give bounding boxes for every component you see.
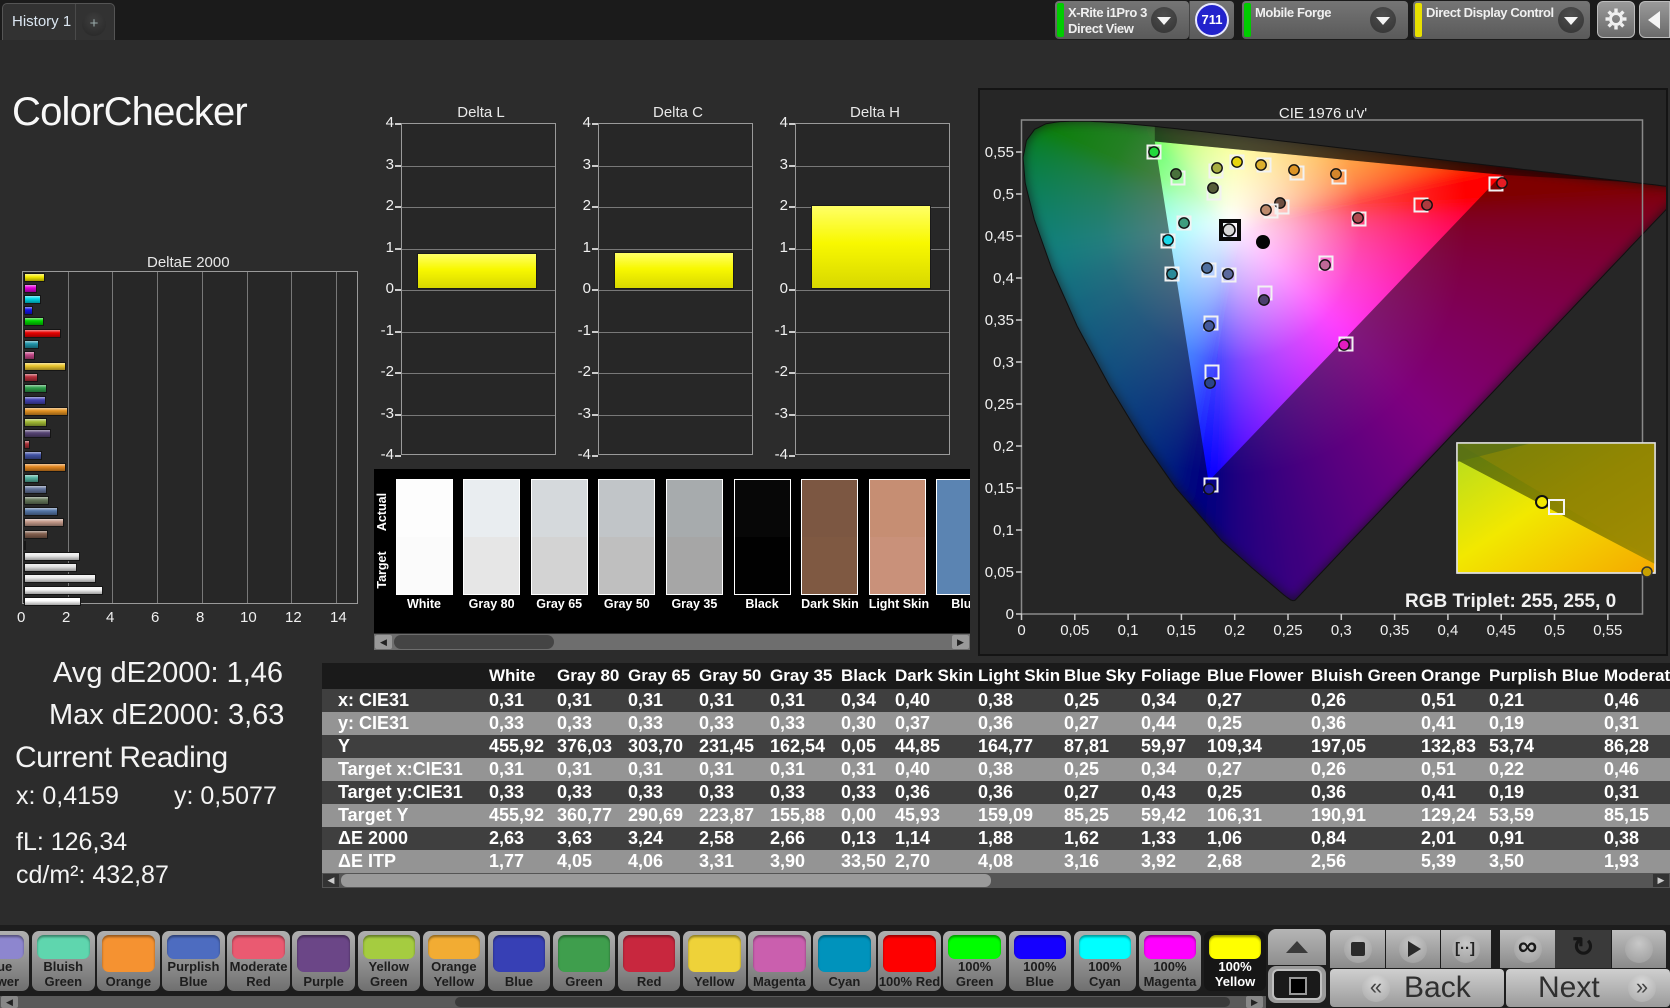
svg-text:RGB Triplet: 255, 255, 0: RGB Triplet: 255, 255, 0 [1405,591,1616,612]
svg-text:0,15: 0,15 [1167,622,1196,639]
svg-text:0,3: 0,3 [993,354,1014,371]
svg-text:0: 0 [1006,606,1014,623]
svg-text:0,3: 0,3 [1331,622,1352,639]
svg-text:0,2: 0,2 [993,438,1014,455]
svg-text:0,05: 0,05 [985,564,1014,581]
svg-text:0: 0 [1017,622,1025,639]
svg-text:0,5: 0,5 [993,186,1014,203]
svg-text:0,55: 0,55 [985,144,1014,161]
svg-text:0,25: 0,25 [1273,622,1302,639]
svg-text:0,35: 0,35 [985,312,1014,329]
svg-text:0,45: 0,45 [1487,622,1516,639]
svg-text:0,55: 0,55 [1593,622,1622,639]
svg-text:0,4: 0,4 [1437,622,1458,639]
svg-text:0,4: 0,4 [993,270,1014,287]
svg-text:0,1: 0,1 [993,522,1014,539]
svg-text:0,35: 0,35 [1380,622,1409,639]
svg-text:0,2: 0,2 [1224,622,1245,639]
svg-text:0,05: 0,05 [1060,622,1089,639]
svg-text:0,1: 0,1 [1118,622,1139,639]
svg-text:0,5: 0,5 [1544,622,1565,639]
svg-text:0,15: 0,15 [985,480,1014,497]
svg-text:0,45: 0,45 [985,228,1014,245]
svg-text:0,25: 0,25 [985,396,1014,413]
